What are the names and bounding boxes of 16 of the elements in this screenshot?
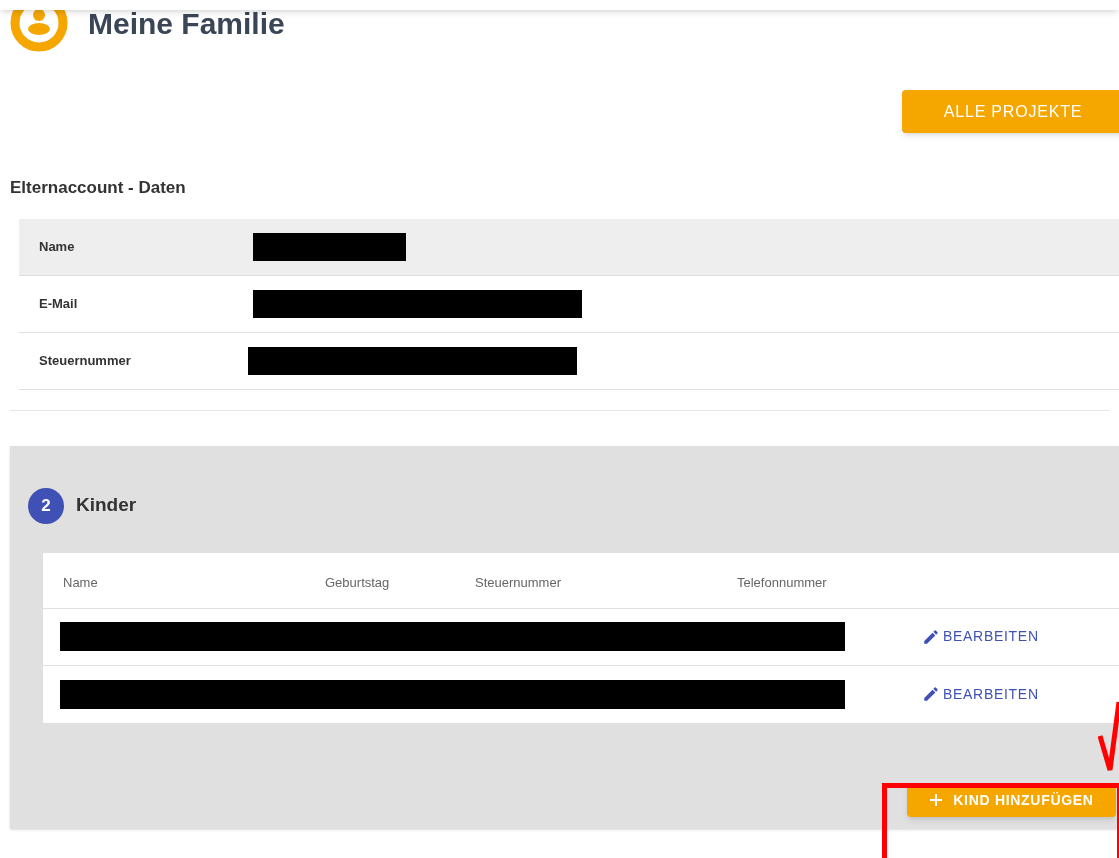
section-heading: Elternaccount - Daten <box>10 177 186 199</box>
field-label: E-Mail <box>39 294 79 313</box>
pencil-icon <box>922 685 940 703</box>
edit-button[interactable]: BEARBEITEN <box>922 683 1039 705</box>
column-header: Steuernummer <box>475 573 561 592</box>
column-header: Name <box>63 573 98 592</box>
field-label: Steuernummer <box>39 351 132 370</box>
column-header: Geburtstag <box>325 573 390 592</box>
page-title: Meine Familie <box>88 5 285 42</box>
edit-button[interactable]: BEARBEITEN <box>922 626 1039 647</box>
pencil-icon <box>922 627 940 646</box>
field-label: Name <box>39 237 76 256</box>
column-header: Telefonnummer <box>737 573 827 592</box>
section-heading: Kinder <box>76 493 137 518</box>
count-badge: 2 <box>28 487 64 524</box>
plus-icon <box>929 793 944 807</box>
